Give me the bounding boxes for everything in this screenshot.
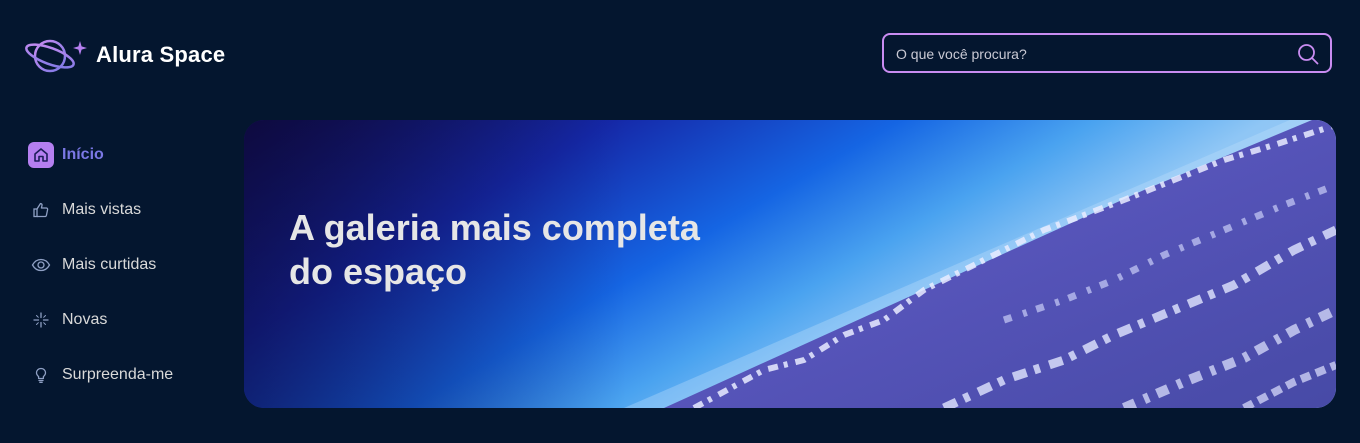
search-input[interactable] [894, 35, 1278, 73]
sidebar-item-label: Mais curtidas [62, 256, 157, 273]
sidebar: Início Mais vistas Mais curtidas Novas S… [28, 142, 228, 417]
hero-banner: A galeria mais completa do espaço [244, 120, 1336, 408]
planet-icon [24, 32, 88, 78]
sidebar-item-label: Novas [62, 311, 108, 328]
sidebar-item-label: Início [62, 146, 104, 163]
home-icon [28, 142, 54, 168]
sidebar-item-inicio[interactable]: Início [28, 142, 228, 168]
sidebar-item-mais-vistas[interactable]: Mais vistas [28, 197, 228, 223]
sidebar-item-label: Surpreenda-me [62, 366, 174, 383]
thumbs-up-icon [28, 197, 54, 223]
search-icon[interactable] [1297, 43, 1319, 65]
logo-text: Alura Space [96, 42, 226, 67]
sidebar-item-novas[interactable]: Novas [28, 307, 228, 333]
eye-icon [28, 252, 54, 278]
sidebar-item-label: Mais vistas [62, 201, 142, 218]
lightbulb-icon [28, 362, 54, 388]
logo[interactable]: Alura Space [24, 32, 225, 78]
sparkle-icon [28, 307, 54, 333]
sidebar-item-surpreenda-me[interactable]: Surpreenda-me [28, 362, 228, 388]
sidebar-item-mais-curtidas[interactable]: Mais curtidas [28, 252, 228, 278]
search-box [882, 33, 1332, 73]
banner-title: A galeria mais completa do espaço [289, 207, 700, 292]
